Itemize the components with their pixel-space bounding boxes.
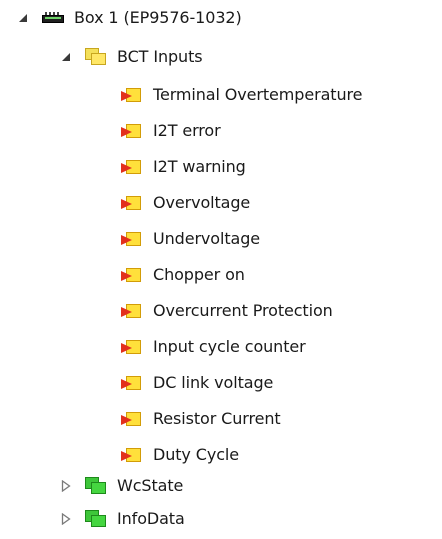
input-variable-icon (121, 446, 143, 464)
tree-node-wcstate[interactable]: WcState (59, 468, 183, 504)
input-variable-icon (121, 194, 143, 212)
tree-node-input-variable[interactable]: Overcurrent Protection (121, 293, 333, 329)
tree-node-label: I2T error (153, 121, 221, 140)
input-variable-icon (121, 230, 143, 248)
tree-node-label: Input cycle counter (153, 337, 306, 356)
tree-node-label: DC link voltage (153, 373, 274, 392)
tree-node-label: Terminal Overtemperature (153, 85, 363, 104)
tree-node-label: WcState (117, 476, 184, 495)
tree-node-label: BCT Inputs (117, 47, 203, 66)
input-variable-icon (121, 374, 143, 392)
device-box-icon (42, 11, 64, 25)
folder-green-icon (85, 477, 107, 495)
input-variable-icon (121, 410, 143, 428)
tree-node-label: Overcurrent Protection (153, 301, 333, 320)
input-variable-icon (121, 86, 143, 104)
tree-node-input-variable[interactable]: Resistor Current (121, 401, 281, 437)
project-tree: Box 1 (EP9576-1032) BCT Inputs Terminal … (0, 0, 442, 539)
tree-node-label: InfoData (117, 509, 185, 528)
input-variable-icon (121, 266, 143, 284)
expand-toggle-icon[interactable] (59, 50, 73, 64)
tree-node-input-variable[interactable]: Overvoltage (121, 185, 250, 221)
tree-node-input-variable[interactable]: Undervoltage (121, 221, 260, 257)
tree-node-input-variable[interactable]: I2T error (121, 113, 221, 149)
tree-node-label: I2T warning (153, 157, 246, 176)
expand-toggle-icon[interactable] (16, 11, 30, 25)
tree-node-input-variable[interactable]: Input cycle counter (121, 329, 306, 365)
collapse-toggle-icon[interactable] (59, 479, 73, 493)
tree-node-box[interactable]: Box 1 (EP9576-1032) (16, 0, 242, 36)
folder-yellow-icon (85, 48, 107, 66)
tree-node-input-variable[interactable]: Chopper on (121, 257, 245, 293)
input-variable-icon (121, 302, 143, 320)
folder-green-icon (85, 510, 107, 528)
input-variable-icon (121, 338, 143, 356)
tree-node-input-variable[interactable]: I2T warning (121, 149, 246, 185)
collapse-toggle-icon[interactable] (59, 512, 73, 526)
tree-node-bct-inputs[interactable]: BCT Inputs (59, 39, 203, 75)
tree-node-input-variable[interactable]: Terminal Overtemperature (121, 77, 362, 113)
tree-node-label: Chopper on (153, 265, 245, 284)
tree-node-input-variable[interactable]: DC link voltage (121, 365, 273, 401)
input-variable-icon (121, 122, 143, 140)
tree-node-label: Undervoltage (153, 229, 261, 248)
input-variable-icon (121, 158, 143, 176)
tree-node-infodata[interactable]: InfoData (59, 501, 185, 537)
tree-node-label: Resistor Current (153, 409, 281, 428)
tree-node-label: Box 1 (EP9576-1032) (74, 8, 242, 27)
tree-node-label: Overvoltage (153, 193, 251, 212)
